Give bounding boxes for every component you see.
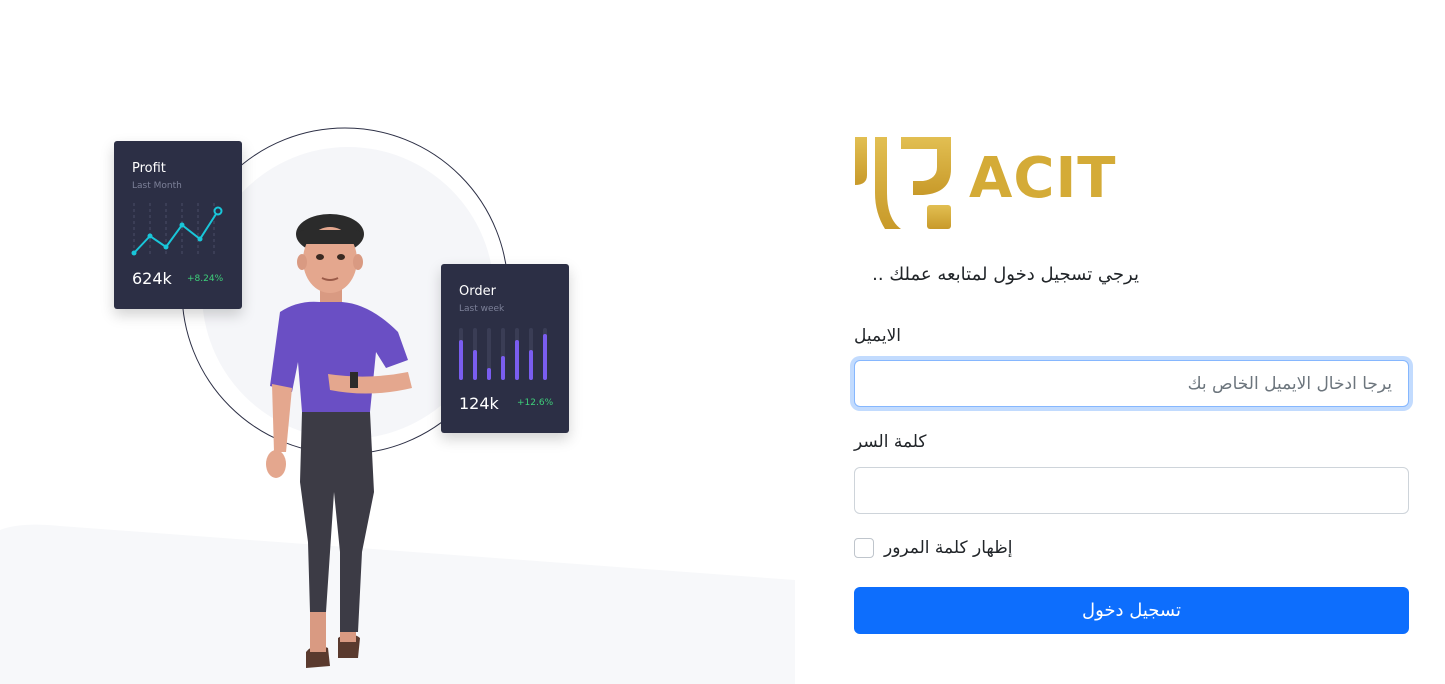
- acit-logo: ACIT: [853, 133, 1143, 231]
- order-card-title: Order: [459, 284, 496, 299]
- order-card-subtitle: Last week: [459, 304, 505, 314]
- profit-card-title: Profit: [132, 161, 166, 176]
- order-card-delta: +12.6%: [517, 398, 554, 408]
- logo-mark-icon: [855, 137, 951, 229]
- password-label: كلمة السر: [854, 432, 927, 452]
- login-page: Profit Last Month 624k +8.24% Order Last…: [0, 0, 1445, 684]
- login-button[interactable]: تسجيل دخول: [854, 587, 1409, 634]
- logo-text: ACIT: [969, 146, 1117, 211]
- email-label: الايميل: [854, 326, 901, 346]
- profit-card-delta: +8.24%: [187, 274, 224, 284]
- order-bar-sparkline: [459, 328, 547, 380]
- person-figure: [266, 214, 412, 668]
- email-input[interactable]: [854, 360, 1409, 407]
- profit-card: Profit Last Month 624k +8.24%: [114, 141, 242, 309]
- profit-card-subtitle: Last Month: [132, 181, 182, 191]
- order-card: Order Last week 124k +12.6%: [441, 264, 569, 433]
- show-password-label[interactable]: إظهار كلمة المرور: [884, 538, 1012, 558]
- password-input[interactable]: [854, 467, 1409, 514]
- show-password-toggle[interactable]: إظهار كلمة المرور: [854, 538, 1012, 558]
- profit-card-value: 624k: [132, 269, 172, 288]
- order-card-value: 124k: [459, 394, 499, 413]
- profit-line-sparkline: [131, 203, 223, 257]
- hero-illustration: Profit Last Month 624k +8.24% Order Last…: [0, 0, 800, 684]
- show-password-checkbox[interactable]: [854, 538, 874, 558]
- login-intro-text: يرجي تسجيل دخول لمتابعه عملك ..: [872, 264, 1139, 285]
